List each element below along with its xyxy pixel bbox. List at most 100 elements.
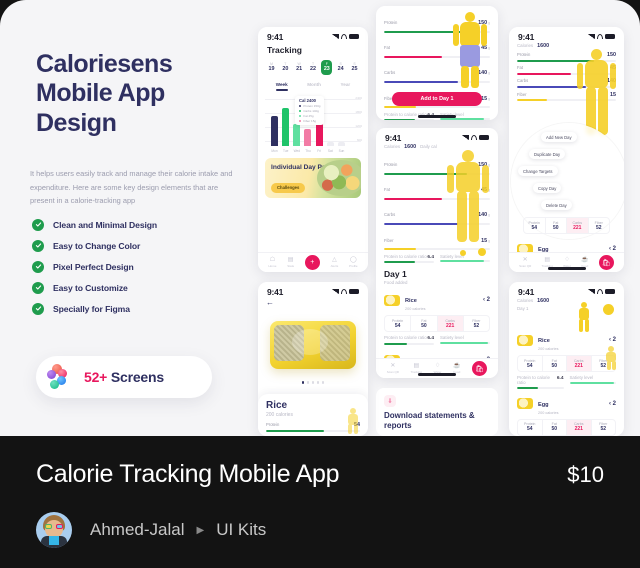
cart-button[interactable]: 🛍 bbox=[598, 255, 614, 270]
signal-icon bbox=[588, 34, 595, 39]
calories-label: Calories bbox=[384, 144, 401, 149]
add-button[interactable]: + bbox=[304, 255, 320, 270]
category-label[interactable]: UI Kits bbox=[216, 520, 266, 540]
signal-icon bbox=[462, 135, 469, 140]
list-item[interactable]: Rice 200 calories ‹ 2 bbox=[376, 285, 498, 315]
wifi-icon bbox=[597, 289, 603, 294]
battery-icon bbox=[605, 34, 615, 39]
status-bar: 9:41 bbox=[376, 128, 498, 144]
status-time: 9:41 bbox=[518, 31, 535, 42]
download-card[interactable]: ⇩ Download statements & reports bbox=[376, 388, 498, 436]
nav-label: Alerts bbox=[330, 264, 339, 268]
macro-name: Fat bbox=[384, 187, 391, 193]
product-meta: Ahmed-Jalal ▶ UI Kits bbox=[36, 512, 266, 548]
legend-entry: Fat 45g bbox=[303, 113, 314, 118]
dot[interactable] bbox=[316, 381, 320, 384]
nav-scan[interactable]: ✕ Scan QR bbox=[387, 363, 399, 374]
macro-name: Carbs bbox=[384, 212, 396, 218]
check-icon bbox=[32, 281, 44, 294]
wifi-icon bbox=[341, 34, 347, 39]
bell-icon: △ bbox=[332, 257, 337, 263]
body-silhouette bbox=[604, 346, 618, 370]
nav-stats[interactable]: ▤ Stats bbox=[287, 257, 294, 268]
date-num: 23 bbox=[323, 66, 330, 73]
battery-icon bbox=[479, 135, 489, 140]
nav-profile[interactable]: ◯ Profile bbox=[349, 257, 358, 268]
back-arrow-icon[interactable]: ← bbox=[266, 298, 368, 307]
period-tabs[interactable]: Week Month Year bbox=[258, 82, 368, 91]
scan-icon: ✕ bbox=[522, 257, 528, 263]
cart-button[interactable]: 🛍 bbox=[472, 361, 488, 376]
menu-item-change-targets[interactable]: Change Targets bbox=[518, 166, 558, 176]
nav-scan[interactable]: ✕ Scan QR bbox=[519, 257, 531, 268]
date-cell[interactable]: T 22 bbox=[307, 60, 318, 75]
hero-description: It helps users easily track and manage t… bbox=[30, 169, 233, 206]
macro-name: Fat bbox=[384, 45, 391, 51]
chart-x-labels: Mon Tue Wed Thu Fri Sat Sun bbox=[271, 148, 345, 153]
phone-mockup-context-menu[interactable]: 9:41 Calories 1600 Protein150 Fat45 Carb… bbox=[509, 27, 624, 272]
author-name[interactable]: Ahmed-Jalal bbox=[90, 520, 185, 540]
challenges-button[interactable]: Challenges bbox=[271, 182, 306, 193]
calories-value: 1600 bbox=[537, 298, 550, 304]
phone-mockup-day-list[interactable]: 9:41 Calories 1600 Day 1 Rice 200 calori… bbox=[509, 282, 624, 436]
date-cell-selected[interactable]: F 23 bbox=[321, 60, 333, 76]
menu-item-add-new-day[interactable]: Add New Day bbox=[541, 132, 577, 142]
legend-entry: Protein 150g bbox=[303, 103, 321, 108]
status-bar: 9:41 bbox=[258, 27, 368, 43]
user-icon: ◯ bbox=[349, 257, 357, 263]
cup-icon: ☕ bbox=[453, 363, 461, 369]
nav-alerts[interactable]: △ Alerts bbox=[331, 257, 339, 268]
dot[interactable] bbox=[311, 381, 315, 384]
promo-card[interactable]: Individual Day Page Challenges bbox=[265, 157, 361, 198]
status-icons bbox=[588, 34, 615, 39]
dot[interactable] bbox=[306, 381, 310, 384]
status-icons bbox=[332, 289, 359, 294]
date-cell[interactable]: W 21 bbox=[294, 60, 305, 75]
dot[interactable] bbox=[321, 381, 325, 384]
badge-text: Screens bbox=[110, 369, 164, 385]
body-silhouette bbox=[576, 302, 592, 332]
nav-home[interactable]: ☖ Home bbox=[268, 257, 276, 268]
date-cell[interactable]: T 20 bbox=[280, 60, 291, 75]
phone-mockup-day-summary[interactable]: 9:41 Calories 1600 Daily cal Protein150g bbox=[376, 128, 498, 378]
list-item[interactable]: Egg 200 calories ‹ 2 bbox=[509, 389, 624, 419]
calories-value: 1600 bbox=[404, 144, 417, 150]
bottom-nav[interactable]: ☖ Home ▤ Stats + △ Alerts ◯ Profile bbox=[258, 252, 368, 272]
macro-table: Protein 54 Fat 50 Carbs 221 Fiber 52 bbox=[517, 418, 616, 436]
cup-icon: ☕ bbox=[581, 257, 589, 263]
screen-title: Tracking bbox=[267, 45, 302, 55]
phone-mockup-food-detail[interactable]: 9:41 ← Rice 200 calories Protein bbox=[258, 282, 368, 436]
date-cell[interactable]: S 25 bbox=[349, 60, 360, 75]
status-time: 9:41 bbox=[267, 286, 284, 297]
qty-value: 2 bbox=[486, 297, 490, 304]
tab-year[interactable]: Year bbox=[340, 82, 350, 90]
chevron-right-icon: ▶ bbox=[196, 524, 205, 536]
macro-name: Protein bbox=[384, 162, 398, 167]
date-cell[interactable]: M 19 bbox=[266, 60, 277, 75]
dot[interactable] bbox=[301, 381, 305, 384]
menu-item-duplicate-day[interactable]: Duplicate Day bbox=[529, 149, 566, 159]
product-title[interactable]: Calorie Tracking Mobile App bbox=[36, 460, 339, 489]
download-title: Download statements & reports bbox=[384, 411, 475, 430]
ratio-value: 6.4 bbox=[427, 254, 434, 260]
menu-item-delete-day[interactable]: Delete Day bbox=[541, 200, 572, 210]
macro-table: Protein 54 Fat 50 Carbs 221 Fiber 52 bbox=[384, 315, 490, 333]
tab-week[interactable]: Week bbox=[275, 82, 288, 91]
date-cell[interactable]: S 24 bbox=[335, 60, 346, 75]
tab-month[interactable]: Month bbox=[307, 82, 321, 90]
body-silhouette bbox=[576, 49, 616, 135]
list-item: Easy to Customize bbox=[32, 277, 242, 298]
user-avatar-icon[interactable] bbox=[36, 512, 72, 548]
preview-image[interactable]: Caloriesens Mobile App Design It helps u… bbox=[0, 0, 640, 436]
bar bbox=[337, 141, 345, 146]
ratio-name: Protein to calorie ratio bbox=[384, 253, 427, 259]
date-strip[interactable]: M 19 T 20 W 21 T 22 F 23 S 24 S 25 bbox=[258, 60, 368, 76]
carousel-dots[interactable] bbox=[258, 381, 368, 384]
body-silhouette bbox=[452, 12, 488, 88]
phone-mockup-add-to-day[interactable]: Protein 150g Fat 45g Carbs 140g Fiber 15g bbox=[376, 6, 498, 120]
phone-mockup-tracking[interactable]: 9:41 Tracking M 19 T 20 W 21 T 22 F 23 S 24 S2… bbox=[258, 27, 368, 272]
check-icon bbox=[32, 260, 44, 273]
menu-item-copy-day[interactable]: Copy Day bbox=[533, 183, 562, 193]
add-to-day-button[interactable]: Add to Day 1 bbox=[392, 92, 482, 106]
date-num: 25 bbox=[351, 66, 358, 73]
